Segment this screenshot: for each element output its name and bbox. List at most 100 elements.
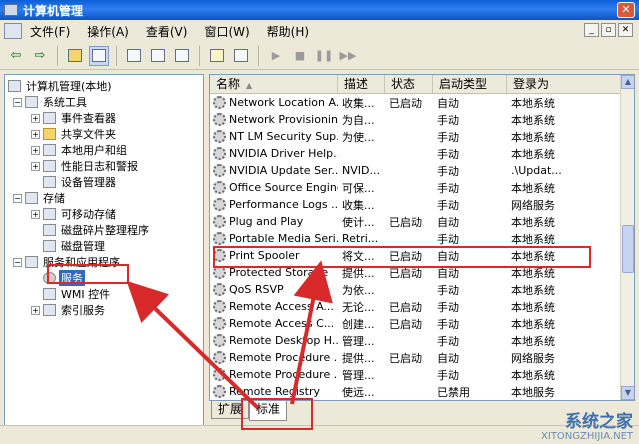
- table-row[interactable]: Remote Desktop H... 管理... 手动 本地系统: [210, 332, 622, 349]
- expand-icon[interactable]: +: [31, 129, 40, 139]
- table-row[interactable]: NT LM Security Sup... 为使... 手动 本地系统: [210, 128, 622, 145]
- service-description: Retri...: [342, 232, 379, 245]
- service-startup-type: 手动: [437, 147, 459, 161]
- collapse-icon[interactable]: −: [13, 97, 22, 107]
- column-header-startup-type[interactable]: 启动类型: [433, 75, 507, 94]
- tree-item-local-users[interactable]: + 本地用户和组: [31, 142, 129, 158]
- service-name-cell: Remote Registry: [210, 385, 338, 398]
- tree-item-performance-logs[interactable]: + 性能日志和警报: [31, 158, 140, 174]
- start-service-icon[interactable]: ▶: [266, 46, 286, 66]
- pause-service-icon[interactable]: ❚❚: [314, 46, 334, 66]
- table-row[interactable]: Network Provisionin... 为自... 手动 本地系统: [210, 111, 622, 128]
- column-header-name[interactable]: 名称 ▲: [210, 75, 338, 94]
- expand-icon[interactable]: +: [31, 113, 40, 123]
- vertical-scrollbar[interactable]: ▲ ▼: [620, 75, 634, 400]
- tree-item-device-manager[interactable]: 设备管理器: [43, 174, 118, 190]
- menu-help[interactable]: 帮助(H): [267, 23, 309, 40]
- service-description: 使计...: [342, 215, 375, 229]
- service-log-on-as: 本地系统: [511, 283, 555, 297]
- scrollbar-thumb[interactable]: [622, 225, 634, 273]
- table-row[interactable]: Remote Access A... 无论... 已启动 手动 本地系统: [210, 298, 622, 315]
- scroll-down-icon[interactable]: ▼: [621, 386, 634, 400]
- table-row[interactable]: Protected Storage 提供... 已启动 自动 本地系统: [210, 264, 622, 281]
- menu-view[interactable]: 查看(V): [146, 23, 188, 40]
- refresh-icon[interactable]: [148, 46, 168, 66]
- minimize-button[interactable]: _: [584, 23, 599, 37]
- table-row[interactable]: Network Location A... 收集... 已启动 自动 本地系统: [210, 94, 622, 111]
- up-folder-icon[interactable]: [65, 46, 85, 66]
- properties-icon[interactable]: [124, 46, 144, 66]
- menu-window[interactable]: 窗口(W): [204, 23, 249, 40]
- menu-file[interactable]: 文件(F): [30, 23, 70, 40]
- tree-item-root[interactable]: 计算机管理(本地): [8, 78, 114, 94]
- child-close-button[interactable]: ✕: [618, 23, 633, 37]
- column-header-description[interactable]: 描述: [338, 75, 385, 94]
- service-log-on-as: 本地系统: [511, 181, 555, 195]
- column-header-status[interactable]: 状态: [385, 75, 433, 94]
- forward-icon[interactable]: ⇨: [30, 46, 50, 66]
- service-status: 已启动: [389, 215, 422, 229]
- tree-item-defragmenter[interactable]: 磁盘碎片整理程序: [43, 222, 151, 238]
- expand-icon[interactable]: +: [31, 145, 40, 155]
- service-gear-icon: [213, 164, 226, 177]
- disk-management-icon: [43, 240, 56, 252]
- tree-item-system-tools[interactable]: − 系统工具: [13, 94, 89, 110]
- table-row[interactable]: Remote Registry 使远... 已禁用 本地服务: [210, 383, 622, 400]
- expand-icon[interactable]: +: [31, 161, 40, 171]
- service-startup-type: 手动: [437, 164, 459, 178]
- service-startup-type: 手动: [437, 232, 459, 246]
- performance-icon: [43, 160, 56, 172]
- table-row[interactable]: Remote Procedure ... 提供... 已启动 自动 网络服务: [210, 349, 622, 366]
- tree-item-storage[interactable]: − 存储: [13, 190, 67, 206]
- expand-icon[interactable]: +: [31, 209, 40, 219]
- expand-icon[interactable]: +: [31, 305, 40, 315]
- table-row[interactable]: QoS RSVP 为依... 手动 本地系统: [210, 281, 622, 298]
- table-row[interactable]: NVIDIA Update Ser... NVID... 手动 .\Updat...: [210, 162, 622, 179]
- service-gear-icon: [213, 249, 226, 262]
- service-description: 将文...: [342, 249, 375, 263]
- table-row[interactable]: NVIDIA Driver Help... 手动 本地系统: [210, 145, 622, 162]
- help-icon[interactable]: [207, 46, 227, 66]
- service-name-cell: QoS RSVP: [210, 283, 338, 296]
- tree-item-event-viewer[interactable]: + 事件查看器: [31, 110, 118, 126]
- scroll-up-icon[interactable]: ▲: [621, 75, 634, 89]
- table-row[interactable]: Plug and Play 使计... 已启动 自动 本地系统: [210, 213, 622, 230]
- computer-icon: [8, 80, 21, 92]
- service-description: 收集...: [342, 96, 375, 110]
- table-row[interactable]: Office Source Engine 可保... 手动 本地系统: [210, 179, 622, 196]
- service-name: NVIDIA Driver Help...: [229, 147, 338, 160]
- service-startup-type: 自动: [437, 96, 459, 110]
- service-name: Remote Procedure ...: [229, 368, 338, 381]
- show-tree-icon[interactable]: [89, 45, 109, 66]
- back-icon[interactable]: ⇦: [6, 46, 26, 66]
- service-name-cell: NT LM Security Sup...: [210, 130, 338, 143]
- tools-icon: [25, 96, 38, 108]
- tree-item-removable-storage[interactable]: + 可移动存储: [31, 206, 118, 222]
- tree-item-shared-folders[interactable]: + 共享文件夹: [31, 126, 118, 142]
- column-header-log-on-as[interactable]: 登录为: [507, 75, 622, 94]
- document-icon[interactable]: [4, 23, 22, 39]
- stop-service-icon[interactable]: ■: [290, 46, 310, 66]
- service-log-on-as: 本地系统: [511, 368, 555, 382]
- table-row[interactable]: Remote Access C... 创建... 已启动 手动 本地系统: [210, 315, 622, 332]
- table-row[interactable]: Performance Logs ... 收集... 手动 网络服务: [210, 196, 622, 213]
- restart-service-icon[interactable]: ▶▶: [338, 46, 358, 66]
- tree-item-indexing[interactable]: + 索引服务: [31, 302, 107, 318]
- tree-item-services-apps[interactable]: − 服务和应用程序: [13, 254, 122, 270]
- table-row[interactable]: Portable Media Seri... Retri... 手动 本地系统: [210, 230, 622, 247]
- table-row[interactable]: Print Spooler 将文... 已启动 自动 本地系统: [210, 247, 622, 264]
- collapse-icon[interactable]: −: [13, 257, 22, 267]
- export-list-icon[interactable]: [172, 46, 192, 66]
- restore-button[interactable]: ▫: [601, 23, 616, 37]
- collapse-icon[interactable]: −: [13, 193, 22, 203]
- table-row[interactable]: Remote Procedure ... 管理... 手动 本地系统: [210, 366, 622, 383]
- tree-item-services[interactable]: 服务: [43, 270, 85, 286]
- service-description: 提供...: [342, 351, 375, 365]
- tab-extended[interactable]: 扩展: [211, 401, 250, 419]
- window-close-button[interactable]: ✕: [617, 2, 635, 18]
- menu-action[interactable]: 操作(A): [87, 23, 129, 40]
- console-icon[interactable]: [231, 46, 251, 66]
- tab-standard[interactable]: 标准: [249, 401, 288, 421]
- tree-item-wmi[interactable]: WMI 控件: [43, 286, 112, 302]
- tree-item-disk-management[interactable]: 磁盘管理: [43, 238, 107, 254]
